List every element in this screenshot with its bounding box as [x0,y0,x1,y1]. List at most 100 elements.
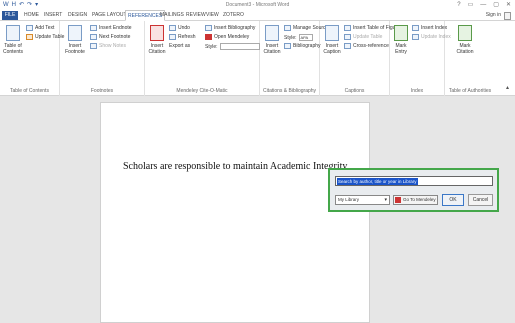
tab-insert[interactable]: INSERT [44,11,62,20]
go-to-mendeley-label: Go To Mendeley [403,197,436,202]
update-table-button[interactable]: Update Table [26,34,64,40]
collapse-ribbon-icon[interactable]: ▴ [506,84,509,91]
tab-mailings[interactable]: MAILINGS [160,11,184,20]
toc-button-label: Table of Contents [2,43,23,55]
document-page[interactable]: Scholars are responsible to maintain Aca… [100,102,370,323]
tab-zotero[interactable]: ZOTERO [223,11,244,20]
mendeley-export-label: Export as [169,43,191,49]
caption-icon [325,25,339,41]
mendeley-undo-label: Undo [178,25,190,31]
table-of-figures-icon [344,25,351,31]
insert-index-label: Insert Index [421,25,448,31]
tab-review[interactable]: REVIEW [186,11,206,20]
group-index: Mark Entry Insert Index Update Index Ind… [390,21,451,96]
mendeley-undo-button[interactable]: Undo [169,25,190,31]
group-citations: Insert Citation Manage Sources Style: AP… [260,21,331,96]
mark-citation-icon [458,25,472,41]
mendeley-citation-icon [150,25,164,41]
insert-citation-icon [265,25,279,41]
open-mendeley-button[interactable]: Open Mendeley [205,34,249,40]
mendeley-insert-citation-label: Insert Citation [148,43,166,55]
maximize-icon[interactable]: ▢ [493,1,499,9]
insert-index-button[interactable]: Insert Index [412,25,447,31]
ok-button[interactable]: OK [442,194,464,206]
endnote-icon [90,25,97,31]
go-to-mendeley-button[interactable]: Go To Mendeley [393,195,438,205]
update-tof-button[interactable]: Update Table [344,34,382,40]
cross-reference-button[interactable]: Cross-reference [344,43,389,49]
insert-endnote-button[interactable]: Insert Endnote [90,25,132,31]
mark-entry-button[interactable]: Mark Entry [392,25,410,55]
update-index-icon [412,34,419,40]
next-footnote-label: Next Footnote [99,34,131,40]
table-of-contents-button[interactable]: Table of Contents [2,25,24,55]
citation-search-dialog: Search by author, title or year in Libra… [328,168,499,212]
sign-in[interactable]: Sign in [486,11,511,20]
citation-style-field[interactable]: Style: APA [284,34,313,41]
ribbon-display-icon[interactable]: ▭ [468,1,474,9]
insert-bibliography-button[interactable]: Insert Bibliography [205,25,255,31]
insert-citation-button[interactable]: Insert Citation [262,25,282,55]
citation-style-label: Style: [284,34,297,41]
window-controls: ? ▭ — ▢ ✕ [457,1,511,9]
refresh-icon [169,34,176,40]
avatar-icon[interactable] [504,11,511,20]
tab-home[interactable]: HOME [24,11,39,20]
mendeley-icon [205,34,212,40]
citation-search-text[interactable]: Search by author, title or year in Libra… [337,178,418,185]
add-text-label: Add Text [35,25,55,31]
group-label-citations: Citations & Bibliography [262,88,317,94]
sign-in-label[interactable]: Sign in [486,11,501,20]
insert-caption-button[interactable]: Insert Caption [322,25,342,55]
group-captions: Insert Caption Insert Table of Figures U… [320,21,402,96]
next-footnote-button[interactable]: Next Footnote [90,34,130,40]
cancel-button[interactable]: Cancel [468,194,493,206]
next-footnote-icon [90,34,97,40]
tab-page-layout[interactable]: PAGE LAYOUT [92,11,127,20]
insert-footnote-button[interactable]: Insert Footnote [64,25,86,55]
insert-footnote-label: Insert Footnote [65,43,85,55]
group-label-toc: Table of Contents [10,88,49,94]
mendeley-style-field[interactable]: Style: [205,43,260,50]
mark-entry-icon [394,25,408,41]
mendeley-refresh-button[interactable]: Refresh [169,34,196,40]
window-title: Document3 - Microsoft Word [225,2,290,8]
minimize-icon[interactable]: — [480,1,486,9]
toc-icon [6,25,20,41]
open-mendeley-label: Open Mendeley [214,34,250,40]
bibliography-button[interactable]: Bibliography [284,43,321,49]
group-label-index: Index [410,88,424,94]
close-icon[interactable]: ✕ [506,1,511,9]
mendeley-refresh-label: Refresh [178,34,196,40]
update-tof-icon [344,34,351,40]
bibliography-dropdown-icon [284,43,291,49]
undo-icon [169,25,176,31]
group-label-mendeley: Mendeley Cite-O-Matic [176,88,228,94]
mendeley-export-button[interactable]: Export as [169,43,190,49]
mendeley-insert-citation-button[interactable]: Insert Citation [147,25,167,55]
ribbon-tabs: FILE HOME INSERT DESIGN PAGE LAYOUT REFE… [0,10,515,21]
mendeley-style-dropdown[interactable] [219,43,260,50]
group-footnotes: Insert Footnote Insert Endnote Next Foot… [60,21,145,96]
group-label-footnotes: Footnotes [90,88,114,94]
show-notes-label: Show Notes [99,43,126,49]
group-mendeley: Insert Citation Undo Refresh Export as I… [145,21,260,96]
update-table-icon [26,34,33,40]
library-select[interactable]: My Library ▾ [335,195,390,205]
insert-endnote-label: Insert Endnote [99,25,132,31]
mark-citation-button[interactable]: Mark Citation [453,25,477,55]
manage-sources-icon [284,25,291,31]
mendeley-style-label: Style: [205,43,218,50]
mendeley-icon [395,197,401,203]
help-icon[interactable]: ? [457,1,460,9]
add-text-button[interactable]: Add Text [26,25,54,31]
tab-view[interactable]: VIEW [206,11,219,20]
ribbon: Table of Contents Add Text Update Table … [0,21,515,96]
update-tof-label: Update Table [353,34,383,40]
tab-file[interactable]: FILE [2,11,18,20]
citation-style-dropdown[interactable]: APA [298,34,313,41]
mark-entry-label: Mark Entry [395,43,407,55]
tab-design[interactable]: DESIGN [68,11,87,20]
citation-search-input[interactable]: Search by author, title or year in Libra… [335,176,493,186]
show-notes-button[interactable]: Show Notes [90,43,126,49]
